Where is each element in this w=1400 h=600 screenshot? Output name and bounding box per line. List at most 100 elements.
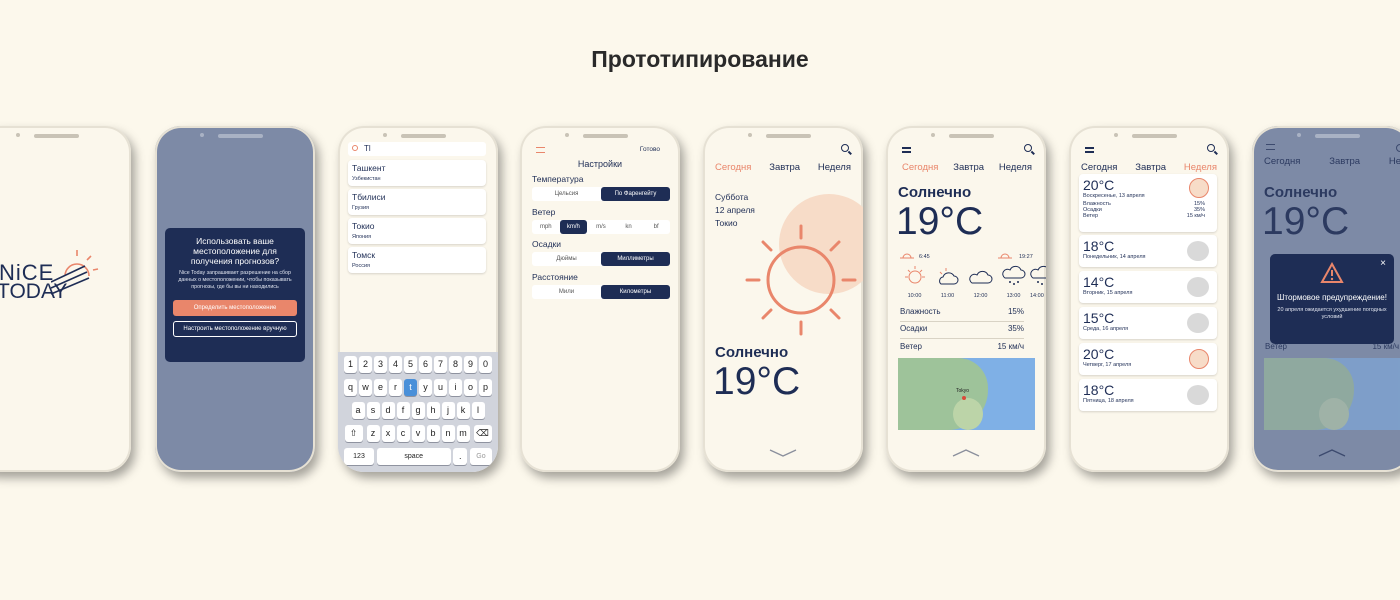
permission-body: Nice Today запрашивает разрешение на сбо… bbox=[178, 270, 292, 290]
key[interactable]: c bbox=[396, 425, 410, 442]
key[interactable]: i bbox=[449, 379, 462, 396]
celsius-option[interactable]: Цельсия bbox=[532, 187, 601, 201]
wind-segment[interactable]: mph km/h m/s kn bf bbox=[532, 220, 670, 234]
dot-key[interactable]: . bbox=[453, 448, 468, 465]
search-field[interactable]: Tl bbox=[348, 142, 486, 156]
menu-icon[interactable] bbox=[536, 147, 545, 153]
miles-option[interactable]: Мили bbox=[532, 285, 601, 299]
key[interactable]: p bbox=[479, 379, 492, 396]
key[interactable]: b bbox=[426, 425, 440, 442]
key[interactable]: d bbox=[381, 402, 395, 419]
wind-option-kmh[interactable]: km/h bbox=[559, 220, 588, 234]
city-result[interactable]: Ташкент Узбекистан bbox=[348, 160, 486, 186]
tab-tomorrow[interactable]: Завтра bbox=[953, 162, 984, 173]
key[interactable]: m bbox=[456, 425, 470, 442]
key[interactable]: 0 bbox=[479, 356, 492, 373]
numbers-key[interactable]: 123 bbox=[344, 448, 374, 465]
tab-today[interactable]: Сегодня bbox=[715, 162, 751, 173]
wind-option-bf[interactable]: bf bbox=[642, 220, 670, 234]
tab-tomorrow[interactable]: Завтра bbox=[1135, 162, 1166, 173]
hour-item: 11:00 bbox=[931, 264, 964, 299]
key[interactable]: t bbox=[404, 379, 417, 396]
millimeters-option[interactable]: Миллиметры bbox=[601, 252, 670, 266]
key[interactable]: 4 bbox=[389, 356, 402, 373]
key[interactable]: 6 bbox=[419, 356, 432, 373]
chevron-down-icon[interactable] bbox=[769, 448, 797, 458]
detect-location-button[interactable]: Определить местоположение bbox=[173, 300, 297, 316]
tab-today[interactable]: Сегодня bbox=[1264, 156, 1300, 167]
shift-key[interactable]: ⇧ bbox=[344, 425, 363, 442]
menu-icon[interactable] bbox=[902, 147, 911, 153]
key[interactable]: 2 bbox=[359, 356, 372, 373]
precip-segment[interactable]: Дюймы Миллиметры bbox=[532, 252, 670, 266]
city-result[interactable]: Тбилиси Грузия bbox=[348, 189, 486, 215]
done-button[interactable]: Готово bbox=[640, 146, 660, 153]
key[interactable]: w bbox=[359, 379, 372, 396]
backspace-key[interactable]: ⌫ bbox=[473, 425, 492, 442]
speaker bbox=[1132, 134, 1177, 138]
city-result[interactable]: Токио Япония bbox=[348, 218, 486, 244]
space-key[interactable]: space bbox=[376, 448, 451, 465]
tab-today[interactable]: Сегодня bbox=[1081, 162, 1117, 173]
key[interactable]: s bbox=[366, 402, 380, 419]
key[interactable]: 8 bbox=[449, 356, 462, 373]
search-icon[interactable] bbox=[1024, 144, 1032, 152]
tab-tomorrow[interactable]: Завтра bbox=[769, 162, 800, 173]
day-card[interactable]: 20°C Четверг, 17 апреля bbox=[1079, 343, 1217, 375]
key[interactable]: h bbox=[426, 402, 440, 419]
key[interactable]: 3 bbox=[374, 356, 387, 373]
key[interactable]: v bbox=[411, 425, 425, 442]
key[interactable]: k bbox=[456, 402, 470, 419]
menu-icon[interactable] bbox=[1266, 144, 1275, 150]
key[interactable]: a bbox=[351, 402, 365, 419]
key[interactable]: n bbox=[441, 425, 455, 442]
wind-option-kn[interactable]: kn bbox=[615, 220, 643, 234]
kilometers-option[interactable]: Километры bbox=[601, 285, 670, 299]
key[interactable]: f bbox=[396, 402, 410, 419]
wind-option-ms[interactable]: m/s bbox=[587, 220, 615, 234]
manual-location-button[interactable]: Настроить местоположение вручную bbox=[173, 321, 297, 337]
key[interactable]: l bbox=[471, 402, 485, 419]
search-icon[interactable] bbox=[1396, 144, 1400, 152]
day-card[interactable]: 15°C Среда, 16 апреля bbox=[1079, 307, 1217, 339]
key[interactable]: z bbox=[366, 425, 380, 442]
tab-week[interactable]: Неделя bbox=[1389, 156, 1400, 167]
wind-option-mph[interactable]: mph bbox=[532, 220, 560, 234]
search-icon[interactable] bbox=[841, 144, 849, 152]
key[interactable]: j bbox=[441, 402, 455, 419]
inches-option[interactable]: Дюймы bbox=[532, 252, 601, 266]
chevron-up-icon[interactable] bbox=[952, 448, 980, 458]
menu-icon[interactable] bbox=[1085, 147, 1094, 153]
day-card[interactable]: 18°C Понедельник, 14 апреля bbox=[1079, 235, 1217, 267]
key[interactable]: 1 bbox=[344, 356, 357, 373]
key[interactable]: q bbox=[344, 379, 357, 396]
key[interactable]: e bbox=[374, 379, 387, 396]
tab-week[interactable]: Неделя bbox=[1184, 162, 1217, 173]
key[interactable]: 5 bbox=[404, 356, 417, 373]
key[interactable]: y bbox=[419, 379, 432, 396]
fahrenheit-option[interactable]: По Фаренгейту bbox=[601, 187, 670, 201]
key[interactable]: o bbox=[464, 379, 477, 396]
key[interactable]: x bbox=[381, 425, 395, 442]
sunset-icon bbox=[998, 253, 1012, 259]
tab-week[interactable]: Неделя bbox=[818, 162, 851, 173]
go-key[interactable]: Go bbox=[469, 448, 492, 465]
search-icon[interactable] bbox=[1207, 144, 1215, 152]
key[interactable]: u bbox=[434, 379, 447, 396]
city-result[interactable]: Томск Россия bbox=[348, 247, 486, 273]
key[interactable]: g bbox=[411, 402, 425, 419]
key[interactable]: 7 bbox=[434, 356, 447, 373]
key[interactable]: 9 bbox=[464, 356, 477, 373]
day-card[interactable]: 18°C Пятница, 18 апреля bbox=[1079, 379, 1217, 411]
day-card-expanded[interactable]: 20°C Воскресенье, 13 апреля Влажность 15%… bbox=[1079, 174, 1217, 232]
tab-week[interactable]: Неделя bbox=[999, 162, 1032, 173]
map[interactable]: Tokyo bbox=[898, 358, 1035, 430]
tab-tomorrow[interactable]: Завтра bbox=[1329, 156, 1360, 167]
key[interactable]: r bbox=[389, 379, 402, 396]
chevron-up-icon[interactable] bbox=[1318, 448, 1346, 458]
tab-today[interactable]: Сегодня bbox=[902, 162, 938, 173]
day-card[interactable]: 14°C Вторник, 15 апреля bbox=[1079, 271, 1217, 303]
temperature-segment[interactable]: Цельсия По Фаренгейту bbox=[532, 187, 670, 201]
close-icon[interactable]: × bbox=[1380, 258, 1386, 269]
distance-segment[interactable]: Мили Километры bbox=[532, 285, 670, 299]
